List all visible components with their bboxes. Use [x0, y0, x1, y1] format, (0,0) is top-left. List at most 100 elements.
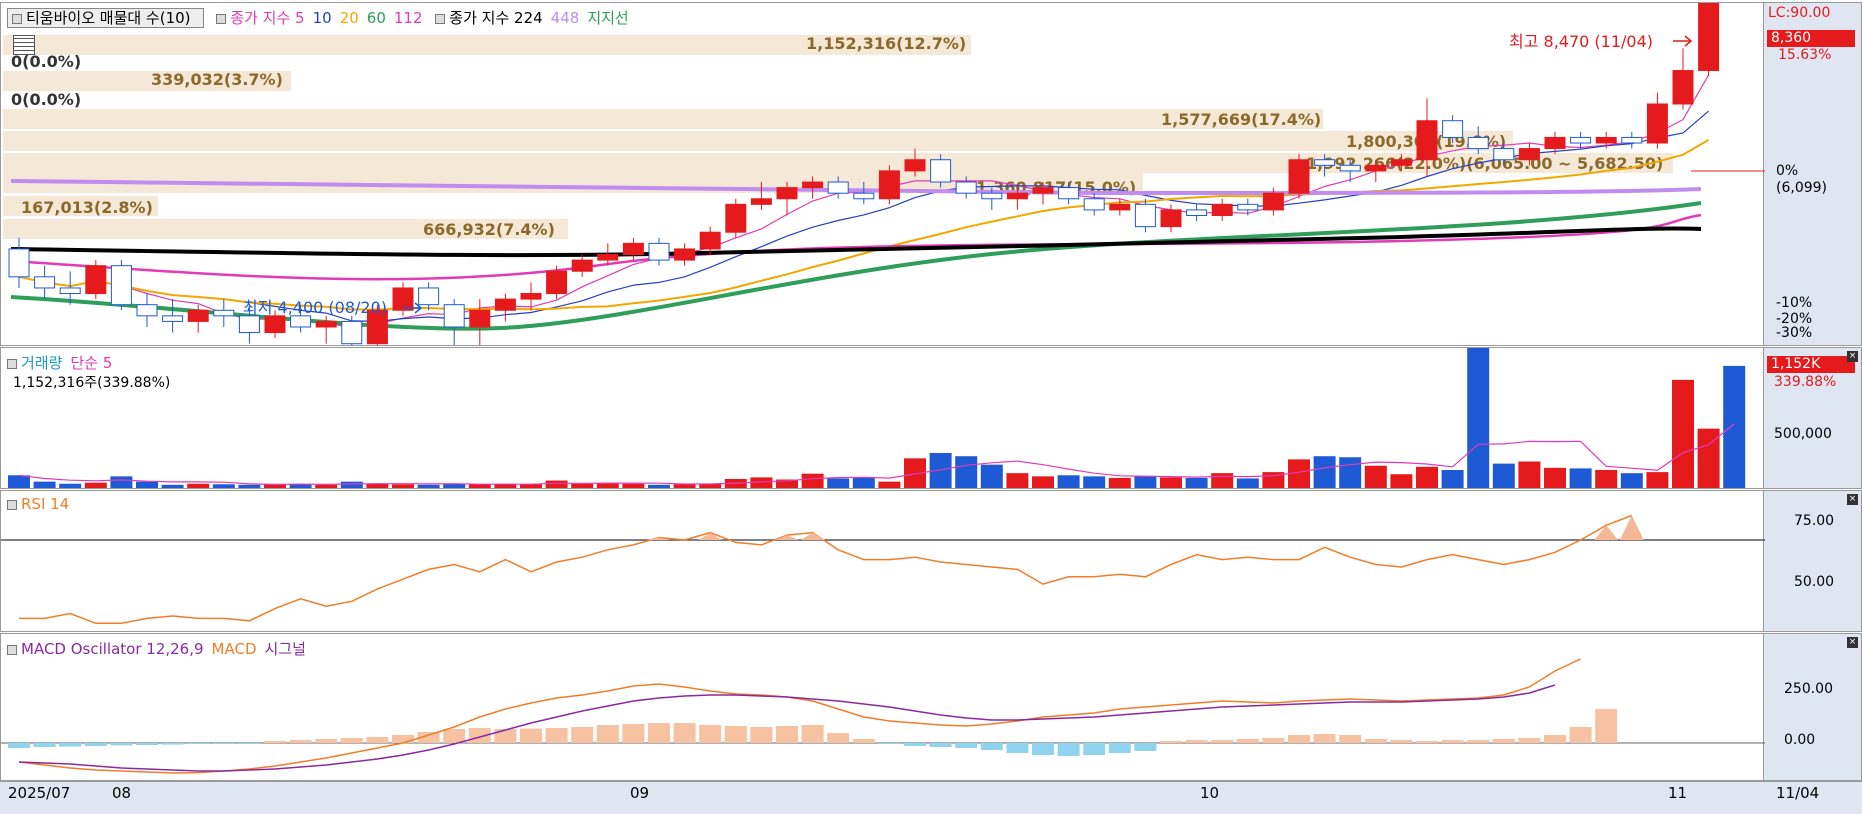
rsi-legend: RSI 14 [7, 495, 77, 513]
pct-m30-label: -30% [1776, 325, 1813, 341]
rsi-line [19, 514, 1633, 625]
x-label-nov: 11 [1668, 784, 1688, 802]
candle-body [469, 309, 491, 328]
low-label: 최저 4,400 (08/20) [243, 298, 387, 317]
price-chart[interactable]: 1,152,316(12.7%)0(0.0%)339,032(3.7%)0(0.… [1, 3, 1765, 345]
macd-oscillator-bar [699, 725, 722, 743]
close-icon[interactable]: × [1847, 351, 1858, 362]
rsi-chart[interactable] [1, 491, 1765, 631]
volume-bar [1390, 474, 1413, 488]
macd-oscillator-bar [1416, 741, 1438, 743]
volume-bar [827, 478, 850, 488]
candle-body [1032, 187, 1054, 194]
zero-pct-label: 0% [1776, 163, 1799, 179]
x-tick-line [0, 782, 1764, 783]
signal-label[interactable]: 시그널 [265, 640, 306, 658]
volume-bar [212, 484, 235, 488]
volume-bar [622, 483, 645, 488]
volume-profile-label: 339,032(3.7%) [151, 70, 283, 89]
volume-bar [1134, 475, 1157, 488]
candle-body [853, 192, 875, 200]
volume-profile-bar [3, 131, 1513, 151]
macd-oscillator-bar [801, 725, 824, 743]
volume-bar [596, 483, 619, 488]
candle-body [1237, 203, 1259, 211]
macd-label[interactable]: MACD [212, 640, 257, 658]
ma112-label[interactable]: 112 [394, 9, 423, 27]
macd-oscillator-bar [136, 743, 158, 745]
volume-bar [1364, 465, 1387, 488]
volume-bar [545, 480, 568, 488]
candle-body [1646, 103, 1668, 144]
macd-oscillator-bar [852, 739, 875, 743]
volume-bar [955, 456, 978, 488]
volume-chart[interactable] [1, 348, 1765, 488]
ma224-label[interactable]: 종가 지수 224 [449, 9, 542, 27]
volume-title[interactable]: 거래량 [21, 354, 62, 372]
candle-body [187, 309, 209, 322]
macd-oscillator-bar [59, 743, 82, 747]
volume-pct: 339.88% [1774, 374, 1837, 390]
candle-body [1544, 136, 1566, 150]
macd-oscillator-bar [238, 743, 261, 744]
macd-oscillator-bar [827, 733, 850, 743]
candle-body [597, 254, 619, 261]
rsi-title[interactable]: RSI 14 [21, 495, 69, 513]
candle-body [1160, 209, 1182, 228]
macd-oscillator-bar [776, 726, 798, 743]
grid-toggle-icon[interactable] [13, 35, 35, 55]
macd-oscillator-bar [648, 723, 670, 743]
x-label-right: 11/04 [1776, 784, 1820, 802]
macd-oscillator-bar [878, 743, 901, 744]
volume-bar [1006, 473, 1029, 488]
stock-title[interactable]: 티움바이오 매물대 수(10) [7, 8, 204, 28]
macd-oscillator-bar [1595, 709, 1618, 743]
volume-bar [1211, 473, 1234, 488]
macd-oscillator-bar [1364, 739, 1387, 743]
macd-oscillator-bar [1288, 735, 1310, 743]
ma60-label[interactable]: 60 [367, 9, 386, 27]
candle-body [1058, 187, 1080, 200]
ma20-label[interactable]: 20 [340, 9, 359, 27]
volume-bar [1646, 472, 1669, 488]
candle-body [264, 315, 286, 334]
candle-body [85, 265, 107, 295]
macd-line [18, 658, 1581, 774]
volume-panel: 1,152K 339.88% 500,000 거래량 단순 5 1,152,316… [0, 347, 1862, 489]
candle-body [878, 170, 900, 200]
candle-body [1262, 192, 1284, 211]
candle-body [1442, 120, 1464, 138]
volume-bar [1032, 476, 1054, 488]
candle-body [571, 259, 593, 272]
support-label[interactable]: 지지선 [587, 9, 628, 27]
volume-bar [1492, 463, 1515, 488]
x-label-sep: 09 [630, 784, 650, 802]
volume-bar [1672, 379, 1694, 488]
candle-body [622, 242, 644, 256]
volume-bar [238, 484, 261, 488]
candle-body [725, 203, 747, 233]
macd-title[interactable]: MACD Oscillator 12,26,9 [21, 640, 204, 658]
candle-body [443, 304, 465, 328]
candle-body [1467, 136, 1489, 150]
volume-profile-label: 0(0.0%) [11, 90, 81, 109]
macd-oscillator-bar [1467, 740, 1490, 743]
zero-price-label: (6,099) [1776, 180, 1828, 196]
volume-bar [1160, 477, 1182, 488]
close-icon[interactable]: × [1847, 637, 1858, 648]
volume-ma-label[interactable]: 단순 5 [70, 354, 112, 372]
close-icon[interactable]: × [1847, 494, 1858, 505]
macd-oscillator-bar [1518, 738, 1541, 743]
legend-square-icon [7, 358, 17, 369]
macd-oscillator-bar [443, 729, 466, 743]
candle-body [341, 320, 363, 345]
candle-body [1288, 159, 1310, 194]
candle-body [648, 242, 670, 261]
candle-body [162, 315, 184, 322]
ma-label[interactable]: 종가 지수 5 [230, 9, 304, 27]
macd-oscillator-bar [1006, 743, 1029, 753]
candle-body [494, 298, 516, 311]
ma448-label[interactable]: 448 [551, 9, 580, 27]
candle-body [392, 287, 414, 311]
ma10-label[interactable]: 10 [313, 9, 332, 27]
